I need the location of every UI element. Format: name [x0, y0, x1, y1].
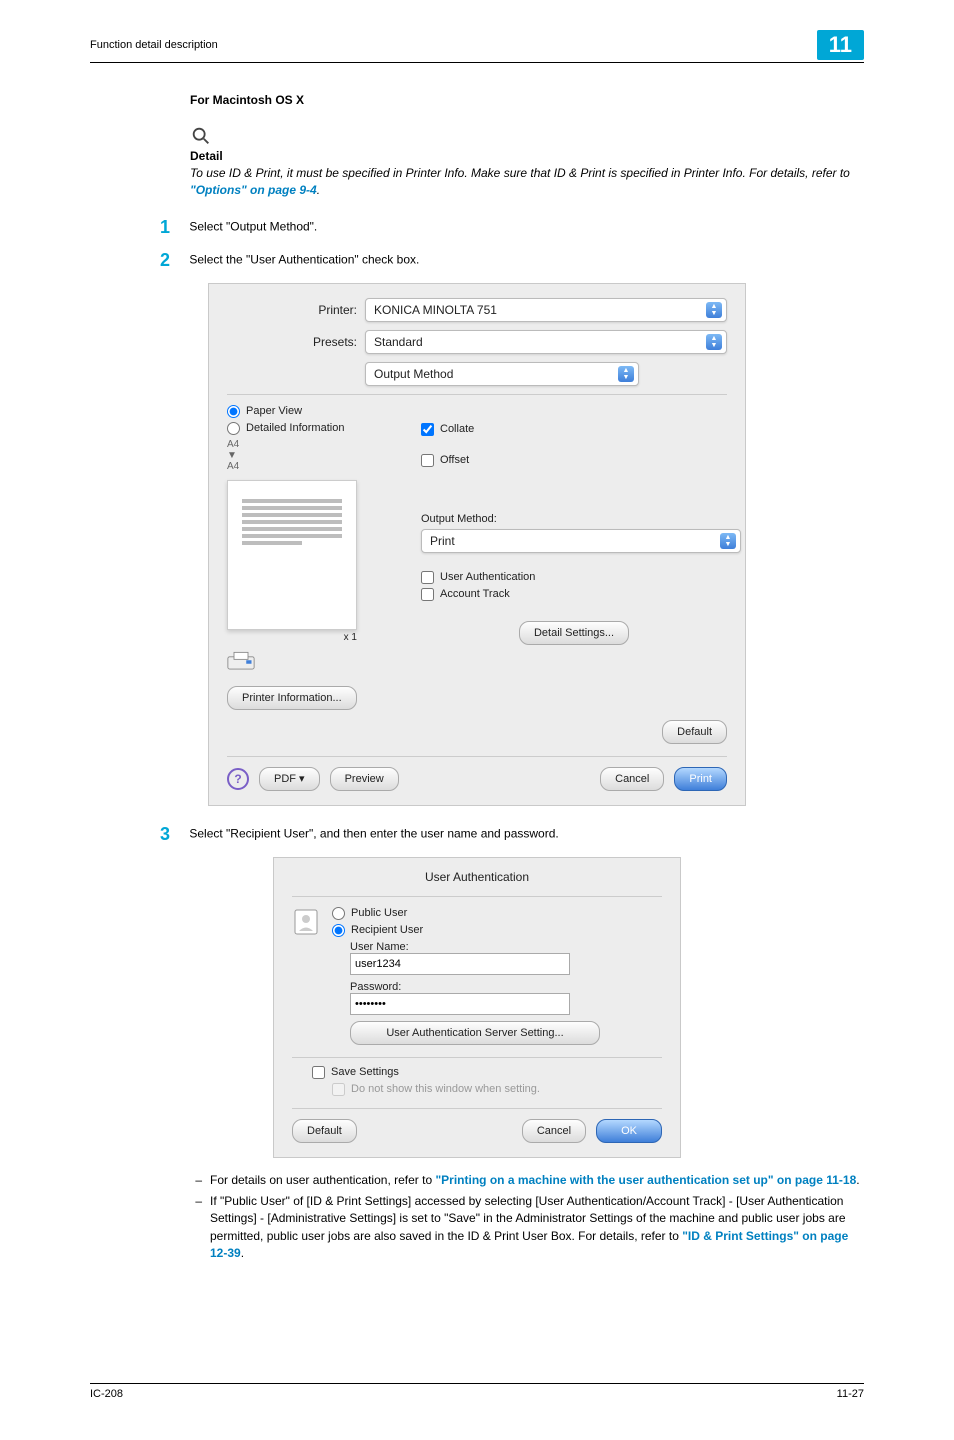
- account-track-check[interactable]: Account Track: [421, 588, 727, 601]
- ua-default-button[interactable]: Default: [292, 1119, 357, 1143]
- detailed-info-label: Detailed Information: [246, 422, 344, 434]
- dropdown-arrows-icon: ▲▼: [720, 533, 736, 549]
- cancel-button[interactable]: Cancel: [600, 767, 664, 791]
- svg-text:?: ?: [234, 772, 241, 786]
- ua-ok-button[interactable]: OK: [596, 1119, 662, 1143]
- paper-preview: [227, 480, 357, 630]
- paper-view-radio-input[interactable]: [227, 405, 240, 418]
- paper-view-label: Paper View: [246, 405, 302, 417]
- offset-check-input[interactable]: [421, 454, 434, 467]
- bullet-dash: –: [190, 1193, 202, 1263]
- recipient-user-label: Recipient User: [351, 924, 423, 936]
- section-select[interactable]: Output Method ▲▼: [365, 362, 639, 386]
- noshow-check-input: [332, 1083, 345, 1096]
- dropdown-arrows-icon: ▲▼: [706, 334, 722, 350]
- magnifier-icon: [190, 125, 212, 147]
- user-auth-check-input[interactable]: [421, 571, 434, 584]
- account-track-label: Account Track: [440, 588, 510, 600]
- post1-pre: For details on user authentication, refe…: [210, 1173, 435, 1187]
- dropdown-arrows-icon: ▲▼: [706, 302, 722, 318]
- presets-value: Standard: [374, 335, 423, 349]
- options-link[interactable]: "Options" on page 9-4: [190, 183, 317, 197]
- collate-label: Collate: [440, 423, 474, 435]
- chapter-badge: 11: [817, 30, 864, 60]
- print-dialog: Printer: KONICA MINOLTA 751 ▲▼ Presets: …: [208, 283, 746, 806]
- ua-title: User Authentication: [292, 870, 662, 884]
- detail-body: To use ID & Print, it must be specified …: [190, 165, 864, 199]
- noshow-check: Do not show this window when setting.: [332, 1083, 662, 1096]
- detail-body-post: .: [317, 183, 320, 197]
- save-settings-check-input[interactable]: [312, 1066, 325, 1079]
- printer-info-button[interactable]: Printer Information...: [227, 686, 357, 710]
- subheading: For Macintosh OS X: [190, 93, 864, 107]
- footer-left: IC-208: [90, 1388, 123, 1400]
- username-input[interactable]: [350, 953, 570, 975]
- printer-select[interactable]: KONICA MINOLTA 751 ▲▼: [365, 298, 727, 322]
- offset-label: Offset: [440, 454, 469, 466]
- offset-check[interactable]: Offset: [421, 454, 727, 467]
- section-value: Output Method: [374, 367, 453, 381]
- dropdown-arrows-icon: ▲▼: [618, 366, 634, 382]
- output-method-value: Print: [430, 534, 455, 548]
- post1-link[interactable]: "Printing on a machine with the user aut…: [435, 1173, 856, 1187]
- password-input[interactable]: [350, 993, 570, 1015]
- footer-right: 11-27: [837, 1388, 864, 1400]
- output-method-select[interactable]: Print ▲▼: [421, 529, 741, 553]
- detail-settings-button[interactable]: Detail Settings...: [519, 621, 629, 645]
- save-settings-label: Save Settings: [331, 1066, 399, 1078]
- meta-arrow: ▼: [227, 450, 237, 461]
- step-1-text: Select "Output Method".: [189, 219, 317, 233]
- detail-title: Detail: [190, 149, 864, 163]
- user-auth-dialog: User Authentication Public User Recipien…: [273, 857, 681, 1158]
- post2-post: .: [241, 1246, 244, 1260]
- printer-label: Printer:: [227, 303, 357, 317]
- step-2-text: Select the "User Authentication" check b…: [189, 252, 419, 266]
- password-label: Password:: [350, 981, 662, 993]
- header-section: Function detail description: [90, 39, 218, 51]
- detailed-info-radio[interactable]: Detailed Information: [227, 422, 397, 435]
- bullet-dash: –: [190, 1172, 202, 1189]
- meta-a4-2: A4: [227, 461, 239, 472]
- public-user-label: Public User: [351, 907, 407, 919]
- post1-post: .: [856, 1173, 859, 1187]
- step-2-num: 2: [160, 250, 186, 271]
- ua-server-setting-button[interactable]: User Authentication Server Setting...: [350, 1021, 600, 1045]
- collate-check-input[interactable]: [421, 423, 434, 436]
- print-button[interactable]: Print: [674, 767, 727, 791]
- username-label: User Name:: [350, 941, 662, 953]
- public-user-radio[interactable]: Public User: [332, 907, 662, 920]
- save-settings-check[interactable]: Save Settings: [312, 1066, 662, 1079]
- recipient-user-radio-input[interactable]: [332, 924, 345, 937]
- help-icon[interactable]: ?: [227, 768, 249, 790]
- step-3-text: Select "Recipient User", and then enter …: [189, 826, 558, 840]
- output-method-heading: Output Method:: [421, 513, 727, 525]
- preview-button[interactable]: Preview: [330, 767, 399, 791]
- user-auth-label: User Authentication: [440, 571, 535, 583]
- public-user-radio-input[interactable]: [332, 907, 345, 920]
- post-item-2: If "Public User" of [ID & Print Settings…: [210, 1193, 864, 1263]
- default-button[interactable]: Default: [662, 720, 727, 744]
- detail-body-pre: To use ID & Print, it must be specified …: [190, 166, 850, 180]
- paper-view-radio[interactable]: Paper View: [227, 405, 397, 418]
- copy-count: x 1: [227, 632, 357, 643]
- ua-cancel-button[interactable]: Cancel: [522, 1119, 586, 1143]
- step-1-num: 1: [160, 217, 186, 238]
- account-track-check-input[interactable]: [421, 588, 434, 601]
- step-3-num: 3: [160, 824, 186, 845]
- user-auth-check[interactable]: User Authentication: [421, 571, 727, 584]
- collate-check[interactable]: Collate: [421, 423, 727, 436]
- printer-value: KONICA MINOLTA 751: [374, 303, 497, 317]
- detailed-info-radio-input[interactable]: [227, 422, 240, 435]
- printer-icon: [227, 651, 255, 673]
- meta-a4-1: A4: [227, 439, 239, 450]
- noshow-label: Do not show this window when setting.: [351, 1083, 540, 1095]
- post-item-1: For details on user authentication, refe…: [210, 1172, 864, 1189]
- recipient-user-radio[interactable]: Recipient User: [332, 924, 662, 937]
- user-icon: [292, 907, 320, 939]
- presets-label: Presets:: [227, 335, 357, 349]
- presets-select[interactable]: Standard ▲▼: [365, 330, 727, 354]
- pdf-button[interactable]: PDF ▾: [259, 767, 320, 791]
